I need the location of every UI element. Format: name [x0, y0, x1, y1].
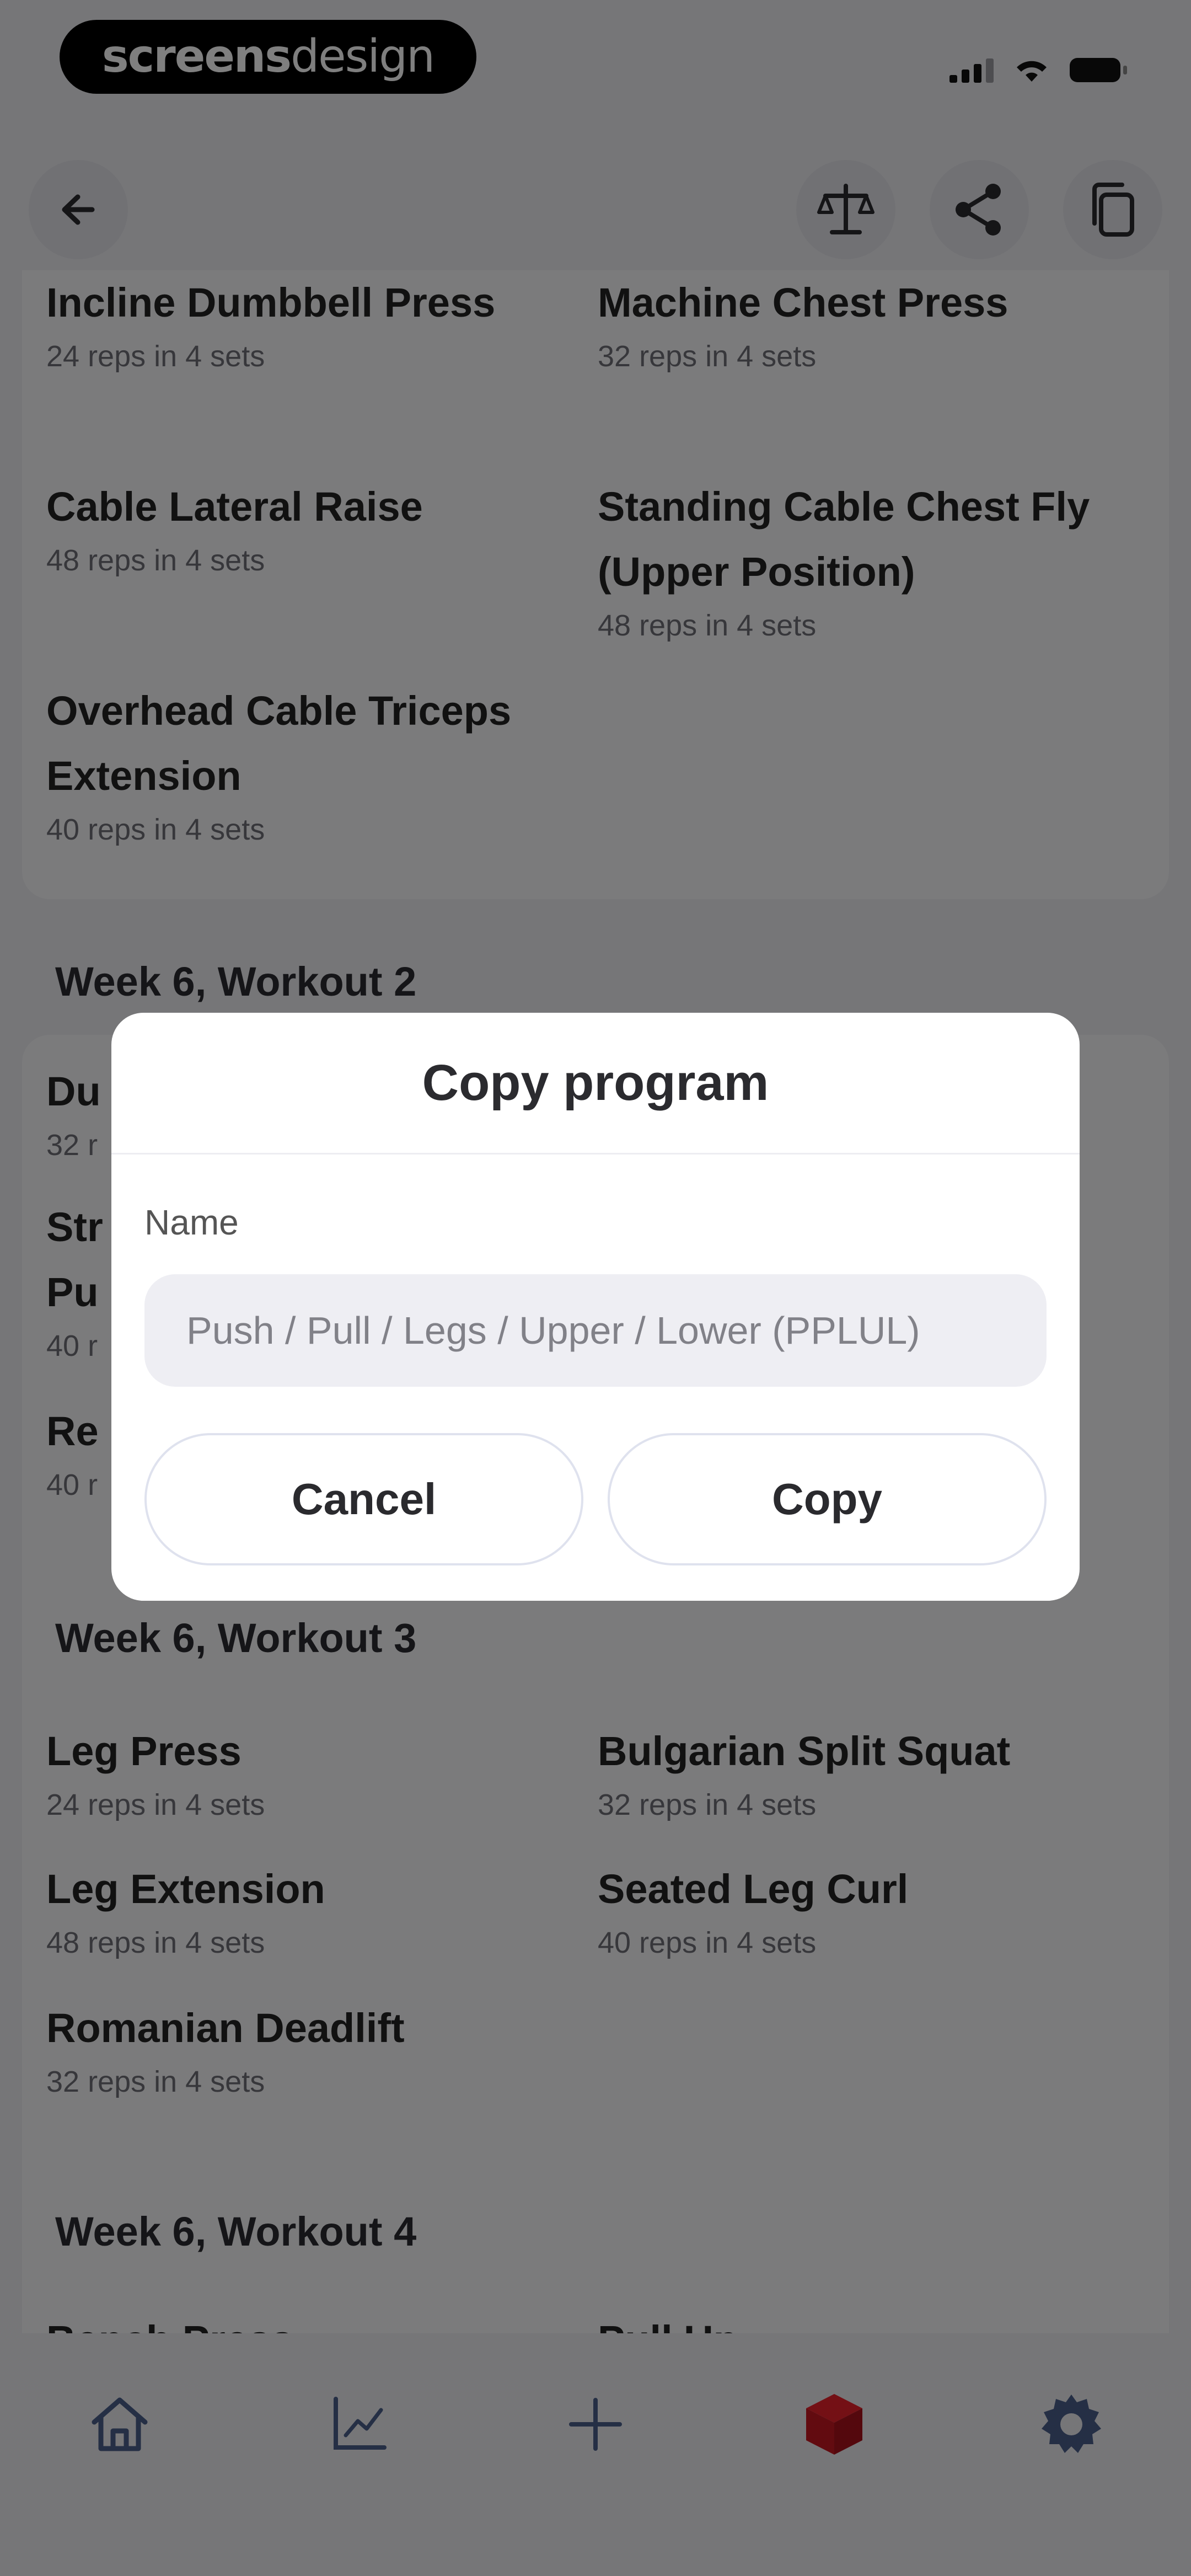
dialog-title: Copy program — [422, 1055, 769, 1111]
dialog-divider — [111, 1153, 1080, 1155]
copy-program-dialog: Copy program Name Cancel Copy — [111, 1013, 1080, 1601]
copy-button[interactable]: Copy — [608, 1433, 1047, 1565]
name-field-label: Name — [144, 1203, 239, 1242]
cancel-button[interactable]: Cancel — [144, 1433, 583, 1565]
program-name-input[interactable] — [144, 1274, 1047, 1387]
